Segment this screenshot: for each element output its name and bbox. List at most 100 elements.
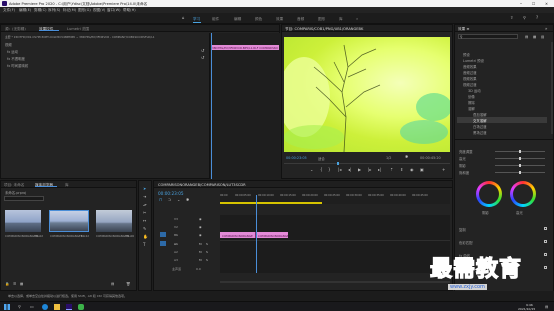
reset-icon-opacity[interactable]: ↺ xyxy=(201,56,204,60)
workspace-effects[interactable]: 效果 xyxy=(276,17,283,22)
program-settings-icon[interactable]: ✱ xyxy=(405,155,408,159)
track-target-a1[interactable] xyxy=(160,241,166,246)
menu-view[interactable]: 视图(V) xyxy=(93,8,105,12)
timeline-playhead[interactable] xyxy=(256,195,257,273)
eye-icon[interactable]: ◉ xyxy=(199,225,202,229)
task-view-icon[interactable]: ▭ xyxy=(30,305,34,309)
track-select-tool-icon[interactable]: ⇥ xyxy=(143,195,146,199)
program-timecode-left[interactable]: 00:00:23:05 xyxy=(286,156,307,160)
lumetri-checkbox[interactable] xyxy=(544,240,547,243)
search-icon[interactable]: ⚲ xyxy=(18,305,21,309)
start-icon[interactable] xyxy=(4,304,10,310)
linked-selection-icon[interactable]: ⊃ xyxy=(168,198,171,202)
effect-motion[interactable]: fx 运动 xyxy=(7,49,18,54)
effects-search-box[interactable]: ⚲ xyxy=(458,34,518,39)
track-target-v1[interactable] xyxy=(160,232,166,237)
trash-icon[interactable]: 🗑 xyxy=(126,282,130,286)
lift-icon[interactable]: ⇡ xyxy=(390,168,393,172)
wechat-icon[interactable] xyxy=(78,304,84,310)
menu-file[interactable]: 文件(F) xyxy=(3,8,15,12)
add-marker-icon[interactable]: ⌄ xyxy=(310,168,313,172)
extract-icon[interactable]: ⇞ xyxy=(400,168,403,172)
effect-opacity[interactable]: fx 不透明度 xyxy=(7,56,25,61)
work-area-bar[interactable] xyxy=(220,202,322,204)
mute-icon[interactable]: M xyxy=(199,258,202,262)
highlights-color-wheel[interactable] xyxy=(510,181,536,207)
solo-icon[interactable]: S xyxy=(206,258,208,262)
clip-thumbnail[interactable] xyxy=(5,210,41,232)
premiere-taskbar-icon[interactable] xyxy=(66,304,72,310)
workspace-color[interactable]: 颜色 xyxy=(255,17,262,22)
share-icon[interactable]: ⇪ xyxy=(510,16,513,20)
menu-marker[interactable]: 标记(M) xyxy=(63,8,76,12)
eye-icon[interactable]: ◉ xyxy=(199,233,202,237)
icon-view-icon[interactable]: ▦ xyxy=(20,282,23,286)
type-tool-icon[interactable]: T xyxy=(143,243,145,247)
home-icon[interactable]: ⌂ xyxy=(182,16,185,20)
go-to-in-icon[interactable]: |◂ xyxy=(338,168,341,172)
new-item-icon[interactable]: ▤ xyxy=(111,282,114,286)
tab-effects[interactable]: 效果 ≡ xyxy=(458,27,469,32)
minimize-button[interactable]: ─ xyxy=(520,2,522,6)
selection-tool-icon[interactable]: ➤ xyxy=(143,187,146,191)
timeline-ruler[interactable]: 00:00 00:00:05:00 00:00:10:00 00:00:15:0… xyxy=(220,190,450,204)
export-frame-icon[interactable]: ◉ xyxy=(410,168,414,172)
mute-icon[interactable]: M xyxy=(199,250,202,254)
yuv-effects-icon[interactable]: ▧ xyxy=(541,35,544,39)
play-icon[interactable]: ▶ xyxy=(358,168,361,172)
tab-sequence[interactable]: COMPARISONORANGEB/COMPARISON/LUT3SCDR xyxy=(158,183,278,187)
menu-help[interactable]: 帮助(H) xyxy=(123,8,136,12)
effects-tree-item[interactable]: 3D 运动 xyxy=(468,88,481,93)
effects-tree-item[interactable]: 划像 xyxy=(468,94,475,99)
tab-lumetri-scopes[interactable]: Lumetri 范围 xyxy=(67,27,89,32)
tab-libraries[interactable]: 库 xyxy=(65,183,69,188)
snap-icon[interactable]: ⊓ xyxy=(159,198,162,202)
timeline-clip-2[interactable]: COMPARISONORANGE xyxy=(255,232,288,238)
master-volume-value[interactable]: 0.0 xyxy=(196,267,201,271)
track-header-v2[interactable]: V2 xyxy=(174,225,178,229)
add-marker-icon[interactable]: ⌄ xyxy=(177,198,180,202)
lumetri-slider[interactable] xyxy=(495,164,545,167)
effects-scrollbar[interactable] xyxy=(551,42,553,134)
solo-icon[interactable]: S xyxy=(206,242,208,246)
track-header-a2[interactable]: A2 xyxy=(174,250,178,254)
project-search-box[interactable] xyxy=(4,196,44,201)
edge-icon[interactable] xyxy=(42,304,48,310)
workspace-assembly[interactable]: 组件 xyxy=(212,17,219,22)
menu-graphics[interactable]: 图形(G) xyxy=(78,8,91,12)
slip-tool-icon[interactable]: ↔ xyxy=(143,219,146,223)
lock-icon[interactable]: 🔒 xyxy=(5,282,9,286)
program-playhead-marker[interactable] xyxy=(337,162,339,165)
clip-thumbnail[interactable] xyxy=(96,210,132,232)
go-to-out-icon[interactable]: ▸| xyxy=(378,168,381,172)
tab-source[interactable]: 源：(无剪辑) xyxy=(5,27,26,32)
workspace-editing[interactable]: 编辑 xyxy=(234,17,241,22)
menu-clip[interactable]: 剪辑(C) xyxy=(34,8,47,12)
maximize-button[interactable]: ☐ xyxy=(532,2,535,6)
accelerated-effects-icon[interactable]: ▦ xyxy=(533,35,536,39)
timeline-scrollbar[interactable] xyxy=(220,281,450,283)
effects-tree-item[interactable]: 白场过渡 xyxy=(473,124,487,129)
close-button[interactable]: ✕ xyxy=(545,2,548,6)
workspace-learning[interactable]: 学习 xyxy=(193,17,200,22)
track-header-a1[interactable]: A1 xyxy=(174,242,178,246)
effects-tree-item[interactable]: 视频过渡 xyxy=(463,82,477,87)
help-icon[interactable]: ? xyxy=(536,16,538,20)
list-view-icon[interactable]: ☰ xyxy=(13,282,16,286)
timeline-clip-1[interactable]: COMPARISONORANGE xyxy=(220,232,255,238)
mark-in-icon[interactable]: { xyxy=(320,168,323,172)
track-header-v1[interactable]: V1 xyxy=(174,233,178,237)
step-back-icon[interactable]: ◂| xyxy=(348,168,351,172)
shadows-color-wheel[interactable] xyxy=(476,181,502,207)
effect-clip-bar[interactable]: 38D7PG/PX/3FD6VCR.BP5/L1.RLF COMPARIS6O xyxy=(211,45,279,50)
menu-window[interactable]: 窗口(W) xyxy=(107,8,121,12)
menu-sequence[interactable]: 序列(S) xyxy=(48,8,60,12)
effect-time-remap[interactable]: fx 时间重映射 xyxy=(7,63,28,68)
razor-tool-icon[interactable]: ✂ xyxy=(143,211,146,215)
effects-tree-item[interactable]: Lumetri 预设 xyxy=(463,58,484,63)
lumetri-checkbox[interactable] xyxy=(544,227,547,230)
pen-tool-icon[interactable]: ✎ xyxy=(143,227,146,231)
timeline-timecode[interactable]: 00:00:23:05 xyxy=(158,191,184,196)
file-explorer-icon[interactable] xyxy=(54,304,60,310)
reset-icon-motion[interactable]: ↺ xyxy=(201,49,204,53)
